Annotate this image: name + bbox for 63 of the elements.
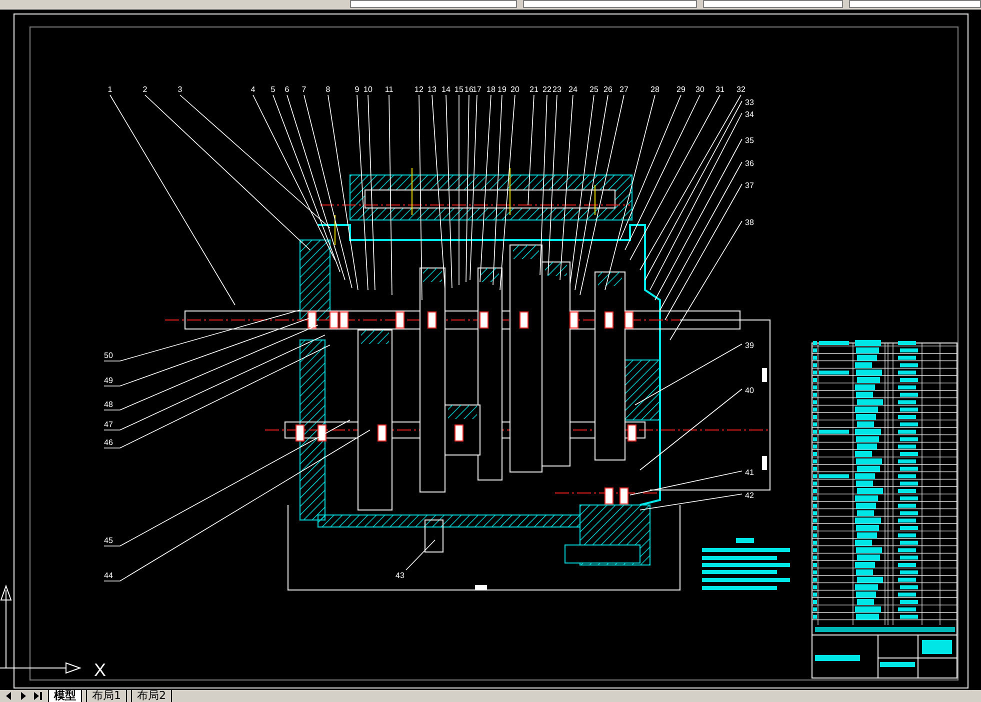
toolbar-dropdown[interactable] — [848, 0, 981, 8]
first-tab-icon[interactable] — [4, 690, 14, 702]
part-number-label: 21 — [530, 85, 538, 94]
part-number-label: 33 — [745, 98, 754, 107]
part-number-label: 18 — [486, 85, 496, 94]
part-number-label: 24 — [568, 85, 578, 94]
part-number-label: 45 — [104, 536, 113, 545]
part-number-label: 19 — [498, 85, 506, 94]
part-number-label: 2 — [142, 85, 148, 94]
leader-line — [406, 540, 436, 570]
part-number-label: 26 — [604, 85, 612, 94]
part-number-label: 17 — [472, 85, 482, 94]
part-number-label: 7 — [302, 85, 306, 94]
part-number-label: 38 — [745, 218, 754, 227]
part-number-label: 47 — [104, 420, 113, 429]
part-number-label: 43 — [396, 571, 404, 580]
toolbar-dropdown[interactable] — [350, 0, 518, 8]
part-number-label: 14 — [442, 85, 450, 94]
part-number-label: 31 — [716, 85, 724, 94]
part-number-label: 44 — [104, 571, 113, 580]
layout-tab[interactable]: 模型 — [48, 690, 82, 702]
part-number-label: 29 — [676, 85, 686, 94]
part-number-label: 12 — [414, 85, 424, 94]
part-number-label: 50 — [104, 351, 113, 360]
part-number-label: 6 — [284, 85, 290, 94]
part-number-label: 15 — [454, 85, 464, 94]
part-number-label: 40 — [745, 386, 754, 395]
part-number-label: 30 — [696, 85, 704, 94]
part-number-label: 46 — [104, 438, 113, 447]
ucs-axis-icon — [0, 584, 82, 674]
part-number-label: 49 — [104, 376, 113, 385]
part-number-label: 9 — [354, 85, 360, 94]
part-number-label: 22 — [542, 85, 552, 94]
part-number-label: 4 — [250, 85, 256, 94]
layout-tab[interactable]: 布局1 — [86, 690, 127, 702]
next-tab-icon[interactable] — [18, 690, 28, 702]
part-number-label: 48 — [104, 400, 113, 409]
part-number-label: 20 — [510, 85, 520, 94]
part-number-label: 35 — [745, 136, 754, 145]
part-number-label: 23 — [552, 85, 562, 94]
part-number-label: 11 — [384, 85, 394, 94]
part-number-label: 1 — [108, 85, 112, 94]
last-tab-icon[interactable] — [32, 690, 44, 702]
part-number-label: 39 — [745, 341, 754, 350]
layout-tab[interactable]: 布局2 — [131, 690, 172, 702]
part-number-label: 42 — [745, 491, 754, 500]
part-number-label: 25 — [590, 85, 598, 94]
part-number-label: 3 — [178, 85, 182, 94]
part-number-label: 36 — [745, 159, 754, 168]
part-number-label: 41 — [745, 468, 754, 477]
part-number-label: 32 — [736, 85, 746, 94]
part-number-label: 27 — [620, 85, 628, 94]
part-number-label: 13 — [428, 85, 436, 94]
toolbar-dropdown[interactable] — [523, 0, 698, 8]
part-number-label: 34 — [745, 110, 754, 119]
part-number-label: 37 — [745, 181, 754, 190]
part-number-label: 10 — [364, 85, 372, 94]
part-number-label: 8 — [326, 85, 330, 94]
part-number-label: 5 — [270, 85, 276, 94]
part-number-label: 16 — [464, 85, 474, 94]
part-number-label: 28 — [650, 85, 660, 94]
ucs-axis-label: X — [94, 660, 106, 680]
toolbar-dropdown[interactable] — [703, 0, 843, 8]
